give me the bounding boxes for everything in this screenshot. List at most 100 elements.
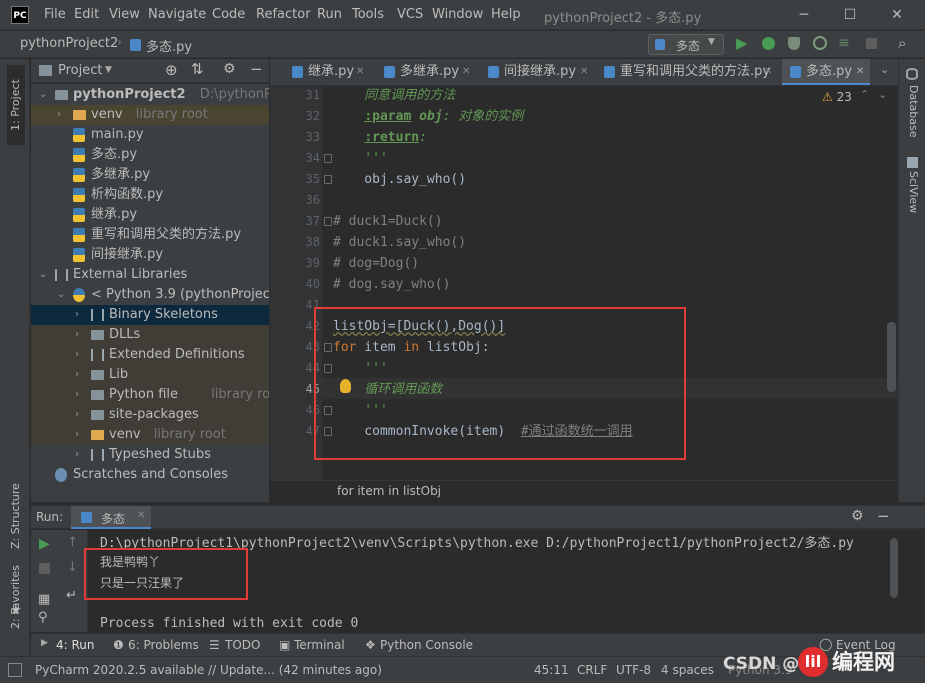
collapse-all-icon[interactable]: ⇅ (191, 60, 204, 78)
tree-item[interactable]: › venv library root (31, 425, 269, 445)
chevron-up-icon[interactable]: ⌃ (860, 88, 869, 101)
tree-item[interactable]: › DLLs (31, 325, 269, 345)
tool-tab-problems[interactable]: 6: Problems (128, 638, 199, 652)
file-encoding[interactable]: UTF-8 (616, 657, 651, 683)
chevron-right-icon[interactable]: › (57, 105, 61, 125)
menu-run[interactable]: Run (317, 7, 342, 22)
chevron-right-icon[interactable]: › (75, 325, 79, 345)
tree-item[interactable]: 多态.py (31, 145, 269, 165)
gear-icon[interactable]: ⚙ (223, 61, 236, 77)
tree-item[interactable]: › Extended Definitions (31, 345, 269, 365)
arrow-up-icon[interactable]: ↑ (67, 535, 78, 550)
close-icon[interactable]: ✕ (856, 59, 864, 85)
layout-icon[interactable]: ▦ (38, 592, 50, 607)
tab-继承[interactable]: 继承.py ✕ (276, 59, 364, 85)
tree-item[interactable]: › Python file library root (31, 385, 269, 405)
fold-icon[interactable] (324, 175, 332, 184)
debug-icon[interactable] (762, 37, 775, 50)
layout-toggle-icon[interactable] (8, 663, 22, 677)
warning-count[interactable]: ⚠ 23 (822, 90, 852, 104)
menu-code[interactable]: Code (212, 7, 245, 22)
minimize-icon[interactable]: ─ (794, 5, 814, 25)
tree-item[interactable]: main.py (31, 125, 269, 145)
chevron-right-icon[interactable]: › (75, 425, 79, 445)
tab-间接继承[interactable]: 间接继承.py ✕ (480, 59, 588, 85)
stop-icon[interactable] (866, 38, 877, 49)
menu-help[interactable]: Help (491, 7, 521, 22)
chevron-down-icon[interactable]: ⌄ (878, 88, 887, 101)
arrow-down-icon[interactable]: ↓ (67, 560, 78, 575)
close-icon[interactable]: ✕ (137, 510, 145, 521)
menu-view[interactable]: View (109, 7, 140, 22)
chevron-down-icon[interactable]: ⌄ (39, 265, 47, 285)
close-icon[interactable]: ✕ (887, 5, 907, 25)
tab-重写和调用父类的方法[interactable]: 重写和调用父类的方法.py ✕ (596, 59, 774, 85)
soft-wrap-icon[interactable]: ↵ (66, 588, 77, 603)
profile-icon[interactable] (813, 36, 827, 50)
chevron-right-icon[interactable]: › (75, 445, 79, 465)
breadcrumb-project[interactable]: pythonProject2 (20, 36, 118, 51)
tree-item[interactable]: ⌄ < Python 3.9 (pythonProject2) > (31, 285, 269, 305)
tree-item[interactable]: › venv library root (31, 105, 269, 125)
tree-item[interactable]: › site-packages (31, 405, 269, 425)
tree-item[interactable]: 多继承.py (31, 165, 269, 185)
chevron-down-icon[interactable]: ⌄ (57, 285, 65, 305)
locate-icon[interactable]: ⊕ (165, 61, 178, 79)
chevron-right-icon[interactable]: › (75, 385, 79, 405)
hide-icon[interactable]: − (250, 60, 263, 78)
close-icon[interactable]: ✕ (356, 59, 364, 85)
tree-item[interactable]: 继承.py (31, 205, 269, 225)
run-config-dropdown[interactable]: 多态 ▼ (648, 34, 724, 55)
tree-item[interactable]: ⌄ pythonProject2 D:\pythonProject (31, 85, 269, 105)
menu-edit[interactable]: Edit (74, 7, 99, 22)
fold-icon[interactable] (324, 217, 332, 226)
tree-item[interactable]: Scratches and Consoles (31, 465, 269, 485)
tree-item[interactable]: › Typeshed Stubs (31, 445, 269, 465)
concurrency-icon[interactable]: ≡ (838, 35, 850, 51)
tab-多态[interactable]: 多态.py ✕ (782, 59, 870, 85)
tool-tab-terminal[interactable]: Terminal (294, 638, 345, 652)
caret-position[interactable]: 45:11 (534, 657, 569, 683)
chevron-right-icon[interactable]: › (75, 305, 79, 325)
run-icon[interactable]: ▶ (736, 34, 748, 52)
editor-scrollbar[interactable] (887, 322, 896, 392)
update-message[interactable]: PyCharm 2020.2.5 available // Update... … (35, 657, 382, 683)
indent-setting[interactable]: 4 spaces (661, 657, 714, 683)
breadcrumb-file[interactable]: 多态.py (146, 36, 192, 55)
console-scrollbar[interactable] (890, 538, 898, 598)
chevron-down-icon[interactable]: ⌄ (880, 63, 889, 76)
breadcrumb-scope[interactable]: for item in listObj (337, 481, 441, 501)
tool-window-project[interactable]: 1: Project (7, 65, 25, 145)
menu-refactor[interactable]: Refactor (256, 7, 311, 22)
project-view-dropdown[interactable]: Project (58, 63, 102, 78)
tool-tab-python-console[interactable]: Python Console (380, 638, 473, 652)
chevron-down-icon[interactable]: ⌄ (39, 85, 47, 105)
chevron-right-icon[interactable]: › (75, 365, 79, 385)
tree-item[interactable]: 析构函数.py (31, 185, 269, 205)
tab-多继承[interactable]: 多继承.py ✕ (374, 59, 470, 85)
rerun-icon[interactable]: ▶ (39, 536, 50, 552)
tree-item[interactable]: › Lib (31, 365, 269, 385)
close-icon[interactable]: ✕ (580, 59, 588, 85)
menu-navigate[interactable]: Navigate (148, 7, 206, 22)
chevron-right-icon[interactable]: › (75, 345, 79, 365)
tool-tab-todo[interactable]: TODO (225, 638, 260, 652)
coverage-icon[interactable] (788, 37, 800, 50)
menu-window[interactable]: Window (432, 7, 483, 22)
menu-file[interactable]: File (44, 7, 66, 22)
tool-window-sciview[interactable]: SciView (904, 171, 920, 241)
tree-item[interactable]: ⌄ External Libraries (31, 265, 269, 285)
tool-tab-run[interactable]: 4: Run (56, 638, 95, 652)
chevron-right-icon[interactable]: › (75, 405, 79, 425)
tree-item[interactable]: › Binary Skeletons (31, 305, 269, 325)
hide-icon[interactable]: − (877, 507, 890, 525)
menu-vcs[interactable]: VCS (397, 7, 423, 22)
fold-icon[interactable] (324, 154, 332, 163)
maximize-icon[interactable]: ☐ (840, 5, 860, 25)
stop-icon[interactable] (39, 563, 50, 574)
menu-tools[interactable]: Tools (352, 7, 384, 22)
tool-window-database[interactable]: Database (904, 85, 920, 165)
tree-item[interactable]: 重写和调用父类的方法.py (31, 225, 269, 245)
tool-window-structure[interactable]: Z: Structure (9, 439, 25, 549)
close-icon[interactable]: ✕ (462, 59, 470, 85)
